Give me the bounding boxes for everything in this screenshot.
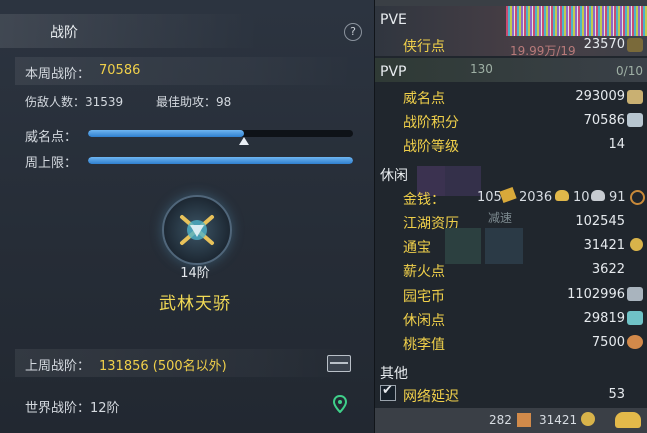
pvp-item-value: 70586	[583, 113, 625, 128]
network-latency-checkbox[interactable]	[380, 383, 396, 401]
location-pin-icon[interactable]	[332, 394, 348, 414]
leisure-item-value: 1102996	[567, 287, 625, 302]
gold-ingot-icon	[499, 186, 517, 204]
chest-icon[interactable]	[327, 355, 351, 372]
pvp-header-bg	[375, 58, 647, 82]
leisure-item-value: 7500	[591, 335, 625, 350]
bottom-count-1: 282	[489, 413, 512, 427]
skill-thumb	[485, 228, 523, 264]
prestige-marker-icon	[239, 137, 250, 145]
leisure-item-value: 29819	[583, 311, 625, 326]
money-label: 金钱：	[403, 192, 445, 208]
ingot-icon[interactable]	[615, 412, 641, 428]
pve-item-value: 23570	[583, 37, 625, 52]
pve-header: PVE	[380, 12, 407, 28]
assists-count: 最佳助攻：98	[156, 95, 232, 109]
bg-text-level: 130	[470, 62, 493, 76]
bottom-count-2: 31421	[539, 413, 578, 427]
money-value-3: 10	[573, 190, 590, 205]
other-item-label: 网络延迟	[403, 389, 459, 405]
last-week-value: 131856 (500名以外)	[99, 359, 227, 374]
bg-text-ratio: 0/10	[616, 64, 643, 78]
pvp-item-value: 293009	[575, 89, 625, 104]
money-value-1: 105	[477, 190, 502, 205]
sword-icon	[627, 38, 643, 52]
person-icon	[517, 413, 531, 427]
week-cap-bar	[88, 157, 353, 164]
other-header: 其他	[380, 366, 408, 382]
leisure-item-label: 休闲点	[403, 313, 445, 329]
house-coin-icon	[627, 287, 643, 301]
skill-thumb	[445, 228, 481, 264]
rank-level: 14阶	[180, 266, 210, 281]
currency-panel: PVE 侠行点 19.99万/19 23570 PVP 130 0/10 威名点…	[375, 0, 647, 433]
leisure-point-icon	[627, 311, 643, 325]
panel-title: 战阶	[50, 25, 78, 41]
pve-item-label: 侠行点	[403, 39, 445, 55]
bg-text-hp: 19.99万/19	[510, 44, 576, 58]
gold-coin-icon	[555, 190, 569, 201]
pvp-item-label: 战阶积分	[403, 115, 459, 131]
panel-header: 战阶	[0, 14, 260, 48]
tree-thumb	[445, 166, 481, 196]
leisure-item-value: 3622	[591, 262, 625, 277]
prestige-bar-fill	[88, 130, 245, 137]
tongbao-icon	[581, 412, 595, 426]
silver-coin-icon	[591, 190, 605, 201]
other-item-value: 53	[608, 387, 625, 402]
color-strip	[506, 6, 647, 36]
bg-text-slow: 减速	[488, 211, 513, 225]
last-week-label: 上周战阶：	[25, 359, 91, 374]
help-button[interactable]: ?	[344, 23, 362, 41]
rank-emblem-icon	[162, 195, 232, 265]
leisure-item-label: 桃李值	[403, 337, 445, 353]
leisure-item-label: 园宅币	[403, 289, 445, 305]
money-value-4: 91	[609, 190, 626, 205]
leisure-item-label: 薪火点	[403, 264, 445, 280]
week-cap-bar-fill	[88, 157, 353, 164]
world-rank: 世界战阶：12阶	[25, 401, 120, 416]
pvp-item-value: 14	[608, 137, 625, 152]
kills-count: 伤敌人数：31539	[25, 95, 124, 109]
money-value-2: 2036	[519, 190, 553, 205]
peach-icon	[627, 335, 643, 349]
leisure-item-value: 102545	[575, 214, 625, 229]
leisure-item-value: 31421	[583, 238, 625, 253]
pvp-item-label: 战阶等级	[403, 139, 459, 155]
rank-name: 武林天骄	[159, 294, 231, 314]
copper-coin-icon	[630, 190, 645, 205]
prestige-icon	[627, 90, 643, 104]
bottom-status-bar: 282 31421	[375, 408, 647, 433]
week-rank-label: 本周战阶：	[25, 67, 91, 82]
leisure-item-label: 通宝	[403, 240, 431, 256]
week-cap-label: 周上限：	[25, 156, 78, 171]
week-rank-value: 70586	[99, 63, 141, 78]
rank-points-icon	[627, 113, 643, 127]
prestige-label: 威名点：	[25, 130, 78, 145]
pvp-header: PVP	[380, 64, 407, 80]
prestige-bar	[88, 130, 353, 137]
tongbao-icon	[630, 238, 643, 251]
rank-panel: 战阶 ? 本周战阶： 70586 伤敌人数：31539 最佳助攻：98 威名点：…	[0, 0, 375, 433]
leisure-header: 休闲	[380, 168, 408, 184]
pvp-item-label: 威名点	[403, 91, 445, 107]
